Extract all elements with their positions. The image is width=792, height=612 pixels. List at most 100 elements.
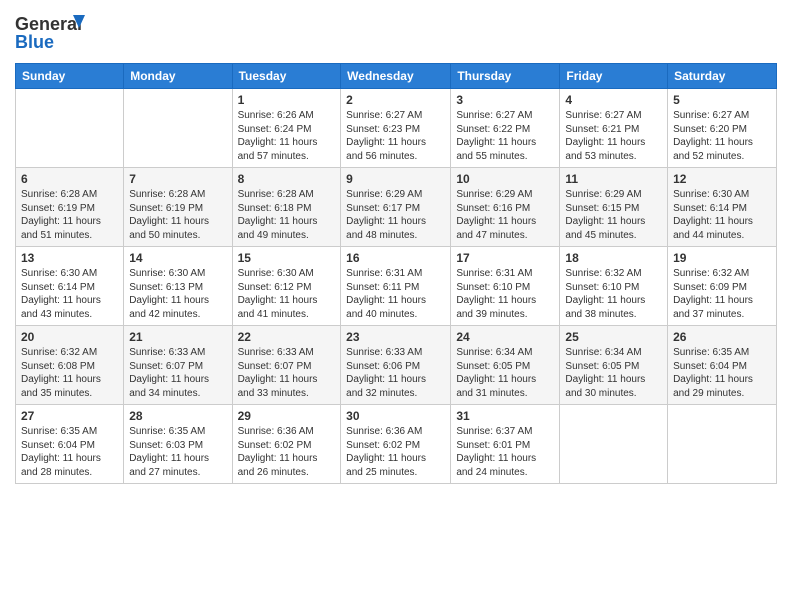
cell-info: Sunrise: 6:30 AMSunset: 6:13 PMDaylight:…: [129, 267, 226, 321]
daylight-text: Daylight: 11 hours and 38 minutes.: [565, 295, 645, 320]
daylight-text: Daylight: 11 hours and 24 minutes.: [456, 453, 536, 478]
cell-info: Sunrise: 6:35 AMSunset: 6:04 PMDaylight:…: [673, 346, 771, 400]
sunrise-text: Sunrise: 6:35 AM: [21, 426, 97, 437]
day-number: 7: [129, 172, 226, 186]
sunrise-text: Sunrise: 6:37 AM: [456, 426, 532, 437]
daylight-text: Daylight: 11 hours and 28 minutes.: [21, 453, 101, 478]
sunrise-text: Sunrise: 6:29 AM: [565, 189, 641, 200]
cell-info: Sunrise: 6:36 AMSunset: 6:02 PMDaylight:…: [346, 425, 445, 479]
calendar-cell: 7Sunrise: 6:28 AMSunset: 6:19 PMDaylight…: [124, 168, 232, 247]
sunrise-text: Sunrise: 6:30 AM: [238, 268, 314, 279]
calendar-cell: 17Sunrise: 6:31 AMSunset: 6:10 PMDayligh…: [451, 247, 560, 326]
day-number: 30: [346, 409, 445, 423]
day-number: 4: [565, 93, 662, 107]
calendar-cell: [668, 405, 777, 484]
daylight-text: Daylight: 11 hours and 39 minutes.: [456, 295, 536, 320]
daylight-text: Daylight: 11 hours and 30 minutes.: [565, 374, 645, 399]
sunrise-text: Sunrise: 6:28 AM: [21, 189, 97, 200]
day-number: 19: [673, 251, 771, 265]
day-number: 23: [346, 330, 445, 344]
sunrise-text: Sunrise: 6:32 AM: [21, 347, 97, 358]
day-number: 20: [21, 330, 118, 344]
calendar-cell: 19Sunrise: 6:32 AMSunset: 6:09 PMDayligh…: [668, 247, 777, 326]
sunset-text: Sunset: 6:05 PM: [565, 361, 639, 372]
weekday-header: Wednesday: [341, 64, 451, 89]
sunset-text: Sunset: 6:14 PM: [673, 203, 747, 214]
sunset-text: Sunset: 6:15 PM: [565, 203, 639, 214]
weekday-header: Monday: [124, 64, 232, 89]
calendar-cell: 4Sunrise: 6:27 AMSunset: 6:21 PMDaylight…: [560, 89, 668, 168]
calendar-cell: 5Sunrise: 6:27 AMSunset: 6:20 PMDaylight…: [668, 89, 777, 168]
calendar-cell: 12Sunrise: 6:30 AMSunset: 6:14 PMDayligh…: [668, 168, 777, 247]
cell-info: Sunrise: 6:27 AMSunset: 6:23 PMDaylight:…: [346, 109, 445, 163]
sunset-text: Sunset: 6:23 PM: [346, 124, 420, 135]
daylight-text: Daylight: 11 hours and 40 minutes.: [346, 295, 426, 320]
day-number: 16: [346, 251, 445, 265]
calendar-table: SundayMondayTuesdayWednesdayThursdayFrid…: [15, 63, 777, 484]
cell-info: Sunrise: 6:30 AMSunset: 6:14 PMDaylight:…: [673, 188, 771, 242]
calendar-week-row: 1Sunrise: 6:26 AMSunset: 6:24 PMDaylight…: [16, 89, 777, 168]
cell-info: Sunrise: 6:36 AMSunset: 6:02 PMDaylight:…: [238, 425, 336, 479]
logo: General Blue: [15, 10, 95, 55]
cell-info: Sunrise: 6:33 AMSunset: 6:07 PMDaylight:…: [238, 346, 336, 400]
page-header: General Blue: [15, 10, 777, 55]
day-number: 13: [21, 251, 118, 265]
cell-info: Sunrise: 6:35 AM Sunset: 6:04 PM Daylight:…: [21, 425, 118, 479]
cell-info: Sunrise: 6:33 AMSunset: 6:07 PMDaylight:…: [129, 346, 226, 400]
day-number: 15: [238, 251, 336, 265]
weekday-header: Thursday: [451, 64, 560, 89]
cell-info: Sunrise: 6:29 AMSunset: 6:17 PMDaylight:…: [346, 188, 445, 242]
daylight-text: Daylight: 11 hours and 26 minutes.: [238, 453, 318, 478]
sunset-text: Sunset: 6:19 PM: [21, 203, 95, 214]
sunset-text: Sunset: 6:18 PM: [238, 203, 312, 214]
sunrise-text: Sunrise: 6:27 AM: [346, 110, 422, 121]
sunset-text: Sunset: 6:02 PM: [238, 440, 312, 451]
day-number: 2: [346, 93, 445, 107]
cell-info: Sunrise: 6:34 AMSunset: 6:05 PMDaylight:…: [565, 346, 662, 400]
svg-text:General: General: [15, 14, 82, 34]
sunrise-text: Sunrise: 6:28 AM: [238, 189, 314, 200]
sunset-text: Sunset: 6:24 PM: [238, 124, 312, 135]
svg-text:Blue: Blue: [15, 32, 54, 52]
day-number: 24: [456, 330, 554, 344]
sunrise-text: Sunrise: 6:36 AM: [346, 426, 422, 437]
sunset-text: Sunset: 6:20 PM: [673, 124, 747, 135]
day-number: 26: [673, 330, 771, 344]
daylight-text: Daylight: 11 hours and 51 minutes.: [21, 216, 101, 241]
calendar-cell: 10Sunrise: 6:29 AMSunset: 6:16 PMDayligh…: [451, 168, 560, 247]
cell-info: Sunrise: 6:26 AMSunset: 6:24 PMDaylight:…: [238, 109, 336, 163]
sunset-text: Sunset: 6:06 PM: [346, 361, 420, 372]
calendar-cell: 18Sunrise: 6:32 AMSunset: 6:10 PMDayligh…: [560, 247, 668, 326]
daylight-text: Daylight: 11 hours and 35 minutes.: [21, 374, 101, 399]
calendar-cell: 21Sunrise: 6:33 AMSunset: 6:07 PMDayligh…: [124, 326, 232, 405]
calendar-cell: 24Sunrise: 6:34 AMSunset: 6:05 PMDayligh…: [451, 326, 560, 405]
daylight-text: Daylight: 11 hours and 52 minutes.: [673, 137, 753, 162]
cell-info: Sunrise: 6:27 AMSunset: 6:20 PMDaylight:…: [673, 109, 771, 163]
calendar-header-row: SundayMondayTuesdayWednesdayThursdayFrid…: [16, 64, 777, 89]
daylight-text: Daylight: 11 hours and 53 minutes.: [565, 137, 645, 162]
calendar-cell: 20Sunrise: 6:32 AMSunset: 6:08 PMDayligh…: [16, 326, 124, 405]
calendar-cell: 16Sunrise: 6:31 AMSunset: 6:11 PMDayligh…: [341, 247, 451, 326]
daylight-text: Daylight: 11 hours and 43 minutes.: [21, 295, 101, 320]
sunset-text: Sunset: 6:11 PM: [346, 282, 419, 293]
sunset-text: Sunset: 6:10 PM: [565, 282, 639, 293]
sunrise-text: Sunrise: 6:27 AM: [456, 110, 532, 121]
cell-info: Sunrise: 6:28 AMSunset: 6:18 PMDaylight:…: [238, 188, 336, 242]
sunset-text: Sunset: 6:05 PM: [456, 361, 530, 372]
calendar-cell: 27Sunrise: 6:35 AMSunset: 6:04 PMDayligh…: [16, 405, 124, 484]
sunset-text: Sunset: 6:10 PM: [456, 282, 530, 293]
sunset-text: Sunset: 6:19 PM: [129, 203, 203, 214]
sunrise-text: Sunrise: 6:33 AM: [346, 347, 422, 358]
calendar-cell: 29Sunrise: 6:36 AMSunset: 6:02 PMDayligh…: [232, 405, 341, 484]
sunrise-text: Sunrise: 6:29 AM: [456, 189, 532, 200]
sunrise-text: Sunrise: 6:35 AM: [129, 426, 205, 437]
daylight-text: Daylight: 11 hours and 25 minutes.: [346, 453, 426, 478]
calendar-cell: 8Sunrise: 6:28 AMSunset: 6:18 PMDaylight…: [232, 168, 341, 247]
sunrise-text: Sunrise: 6:32 AM: [673, 268, 749, 279]
daylight-text: Daylight: 11 hours and 37 minutes.: [673, 295, 753, 320]
calendar-cell: 3Sunrise: 6:27 AMSunset: 6:22 PMDaylight…: [451, 89, 560, 168]
sunrise-text: Sunrise: 6:35 AM: [673, 347, 749, 358]
weekday-header: Friday: [560, 64, 668, 89]
weekday-header: Sunday: [16, 64, 124, 89]
sunset-text: Sunset: 6:04 PM: [21, 440, 95, 451]
